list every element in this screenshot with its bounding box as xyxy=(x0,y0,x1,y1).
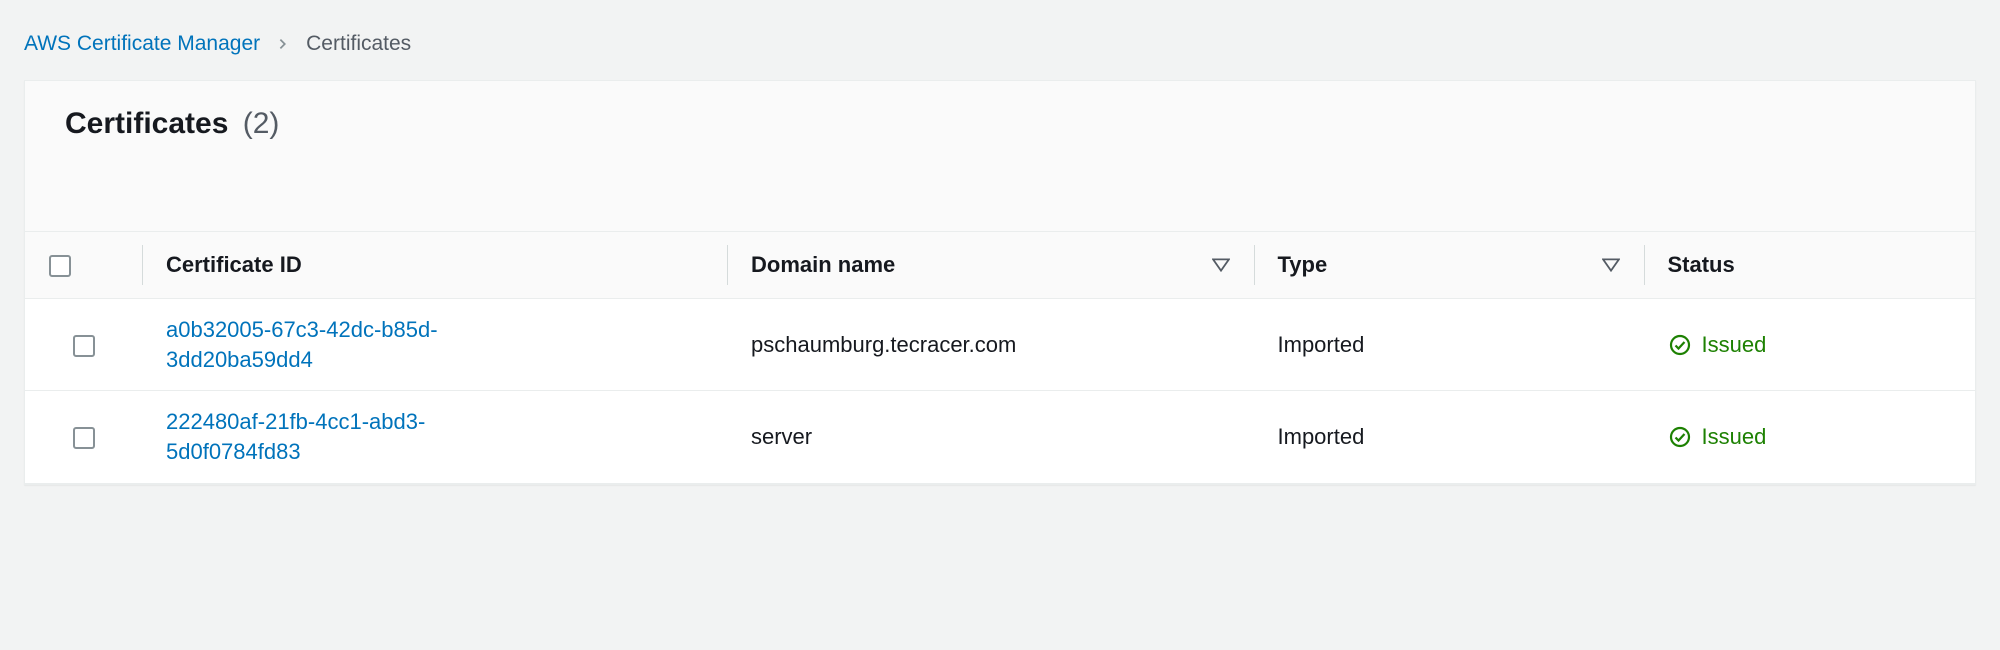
certificates-panel: Certificates (2) Certificate ID xyxy=(24,80,1976,485)
page-root: AWS Certificate Manager Certificates Cer… xyxy=(0,0,2000,485)
column-label: Status xyxy=(1668,252,1735,278)
page-title: Certificates (2) xyxy=(65,107,1935,141)
certificate-id-line1: a0b32005-67c3-42dc-b85d- xyxy=(166,317,438,342)
check-circle-icon xyxy=(1668,333,1692,357)
panel-title-text: Certificates xyxy=(65,107,228,140)
row-select-checkbox[interactable] xyxy=(73,427,95,449)
breadcrumb-current: Certificates xyxy=(306,32,411,56)
cell-certificate-id: a0b32005-67c3-42dc-b85d- 3dd20ba59dd4 xyxy=(142,299,727,391)
cell-status: Issued xyxy=(1644,299,1976,391)
cell-type: Imported xyxy=(1254,391,1644,483)
chevron-right-icon xyxy=(276,37,290,51)
select-all-checkbox[interactable] xyxy=(49,255,71,277)
column-header-status[interactable]: Status xyxy=(1644,232,1976,299)
breadcrumb: AWS Certificate Manager Certificates xyxy=(24,32,1976,56)
certificate-id-link[interactable]: a0b32005-67c3-42dc-b85d- 3dd20ba59dd4 xyxy=(166,315,438,374)
certificate-id-link[interactable]: 222480af-21fb-4cc1-abd3- 5d0f0784fd83 xyxy=(166,407,425,466)
panel-header: Certificates (2) xyxy=(25,81,1975,231)
certificates-table: Certificate ID Domain name Ty xyxy=(25,231,1975,484)
table-row: a0b32005-67c3-42dc-b85d- 3dd20ba59dd4 ps… xyxy=(25,299,1975,391)
column-header-type[interactable]: Type xyxy=(1254,232,1644,299)
column-label: Certificate ID xyxy=(166,252,302,278)
cell-domain-name: pschaumburg.tecracer.com xyxy=(727,299,1254,391)
cell-certificate-id: 222480af-21fb-4cc1-abd3- 5d0f0784fd83 xyxy=(142,391,727,483)
cell-status: Issued xyxy=(1644,391,1976,483)
breadcrumb-parent-link[interactable]: AWS Certificate Manager xyxy=(24,32,260,56)
certificate-id-line2: 3dd20ba59dd4 xyxy=(166,347,313,372)
certificate-id-line2: 5d0f0784fd83 xyxy=(166,439,301,464)
status-text: Issued xyxy=(1702,332,1767,358)
status-badge: Issued xyxy=(1668,424,1952,450)
status-text: Issued xyxy=(1702,424,1767,450)
filter-icon[interactable] xyxy=(1212,258,1230,272)
check-circle-icon xyxy=(1668,425,1692,449)
row-select-cell xyxy=(25,299,142,391)
filter-icon[interactable] xyxy=(1602,258,1620,272)
column-header-domain-name[interactable]: Domain name xyxy=(727,232,1254,299)
table-header-row: Certificate ID Domain name Ty xyxy=(25,232,1975,299)
panel-count: (2) xyxy=(243,107,280,140)
cell-type: Imported xyxy=(1254,299,1644,391)
status-badge: Issued xyxy=(1668,332,1952,358)
certificate-id-line1: 222480af-21fb-4cc1-abd3- xyxy=(166,409,425,434)
column-header-certificate-id[interactable]: Certificate ID xyxy=(142,232,727,299)
column-label: Domain name xyxy=(751,252,895,278)
row-select-cell xyxy=(25,391,142,483)
column-header-select-all xyxy=(25,232,142,299)
table-row: 222480af-21fb-4cc1-abd3- 5d0f0784fd83 se… xyxy=(25,391,1975,483)
column-label: Type xyxy=(1278,252,1328,278)
row-select-checkbox[interactable] xyxy=(73,335,95,357)
cell-domain-name: server xyxy=(727,391,1254,483)
